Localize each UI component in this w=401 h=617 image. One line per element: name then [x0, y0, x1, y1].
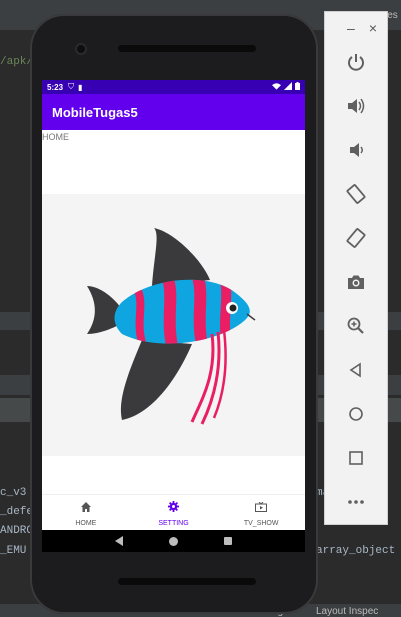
device-screen[interactable]: 5:23 ⛉ ▮ MobileTugas5 HOME HOME SETTING … — [42, 80, 305, 552]
overview-icon — [349, 451, 363, 465]
signal-icon — [284, 82, 292, 92]
close-icon[interactable]: × — [369, 20, 377, 36]
zoom-icon — [347, 317, 364, 334]
emulator-phone-frame: 5:23 ⛉ ▮ MobileTugas5 HOME HOME SETTING … — [30, 14, 318, 614]
power-icon — [348, 54, 364, 71]
home-icon — [80, 499, 91, 517]
fragment-label: HOME — [42, 132, 69, 142]
rotate-left-icon — [346, 184, 366, 204]
screenshot-button[interactable] — [343, 269, 369, 295]
rotate-left-button[interactable] — [343, 181, 369, 207]
volume-down-button[interactable] — [343, 137, 369, 163]
home-button[interactable] — [343, 401, 369, 427]
tv-icon — [255, 499, 268, 517]
back-icon — [349, 362, 361, 378]
ide-code-line: _EMU — [0, 545, 27, 557]
nav-label-setting: SETTING — [158, 519, 189, 527]
layout-inspector-tab[interactable]: Layout Inspec — [316, 606, 378, 617]
speaker-bottom — [118, 578, 256, 585]
bottom-navigation: HOME SETTING TV_SHOW — [42, 494, 305, 530]
rotate-right-icon — [346, 228, 366, 248]
zoom-button[interactable] — [343, 313, 369, 339]
more-icon — [348, 500, 364, 504]
sd-card-icon: ▮ — [78, 82, 83, 92]
power-button[interactable] — [343, 49, 369, 75]
app-bar: MobileTugas5 — [42, 94, 305, 130]
nav-label-home: HOME — [75, 519, 97, 527]
nav-item-tv-show[interactable]: TV_SHOW — [217, 495, 305, 530]
fish-image — [42, 194, 305, 456]
camera-icon — [348, 275, 364, 289]
nav-item-home[interactable]: HOME — [42, 495, 130, 530]
home-button-icon[interactable] — [169, 536, 178, 546]
rotate-right-button[interactable] — [343, 225, 369, 251]
volume-down-icon — [350, 143, 363, 157]
speaker-top — [118, 45, 256, 52]
minimize-icon[interactable]: – — [347, 20, 355, 36]
more-button[interactable] — [343, 489, 369, 515]
home-icon — [349, 407, 363, 421]
recent-apps-icon[interactable] — [224, 537, 232, 545]
ide-code-line: c_v3 — [0, 487, 27, 499]
overview-button[interactable] — [343, 445, 369, 471]
status-bar: 5:23 ⛉ ▮ — [42, 80, 305, 94]
toolbar-header: – × — [325, 12, 387, 44]
wifi-icon — [272, 82, 281, 92]
front-camera — [75, 43, 87, 55]
ide-path-fragment: /apk/ — [0, 56, 34, 68]
app-title: MobileTugas5 — [52, 104, 138, 120]
back-button[interactable] — [343, 357, 369, 383]
system-navigation-bar — [42, 530, 305, 552]
emulator-toolbar: – × — [324, 11, 388, 525]
ide-code-line: ANDRO — [0, 525, 34, 537]
volume-up-icon — [348, 98, 365, 114]
gear-icon — [168, 499, 179, 517]
ide-code-right: array_object — [316, 545, 396, 557]
ide-code-line: _defe — [0, 506, 34, 518]
status-time: 5:23 — [47, 82, 64, 92]
volume-up-button[interactable] — [343, 93, 369, 119]
shield-icon: ⛉ — [68, 82, 75, 91]
nav-item-setting[interactable]: SETTING — [130, 495, 218, 530]
battery-icon — [295, 82, 300, 92]
back-icon[interactable] — [115, 536, 123, 546]
fish-illustration — [87, 228, 256, 425]
nav-label-tv-show: TV_SHOW — [243, 519, 279, 527]
